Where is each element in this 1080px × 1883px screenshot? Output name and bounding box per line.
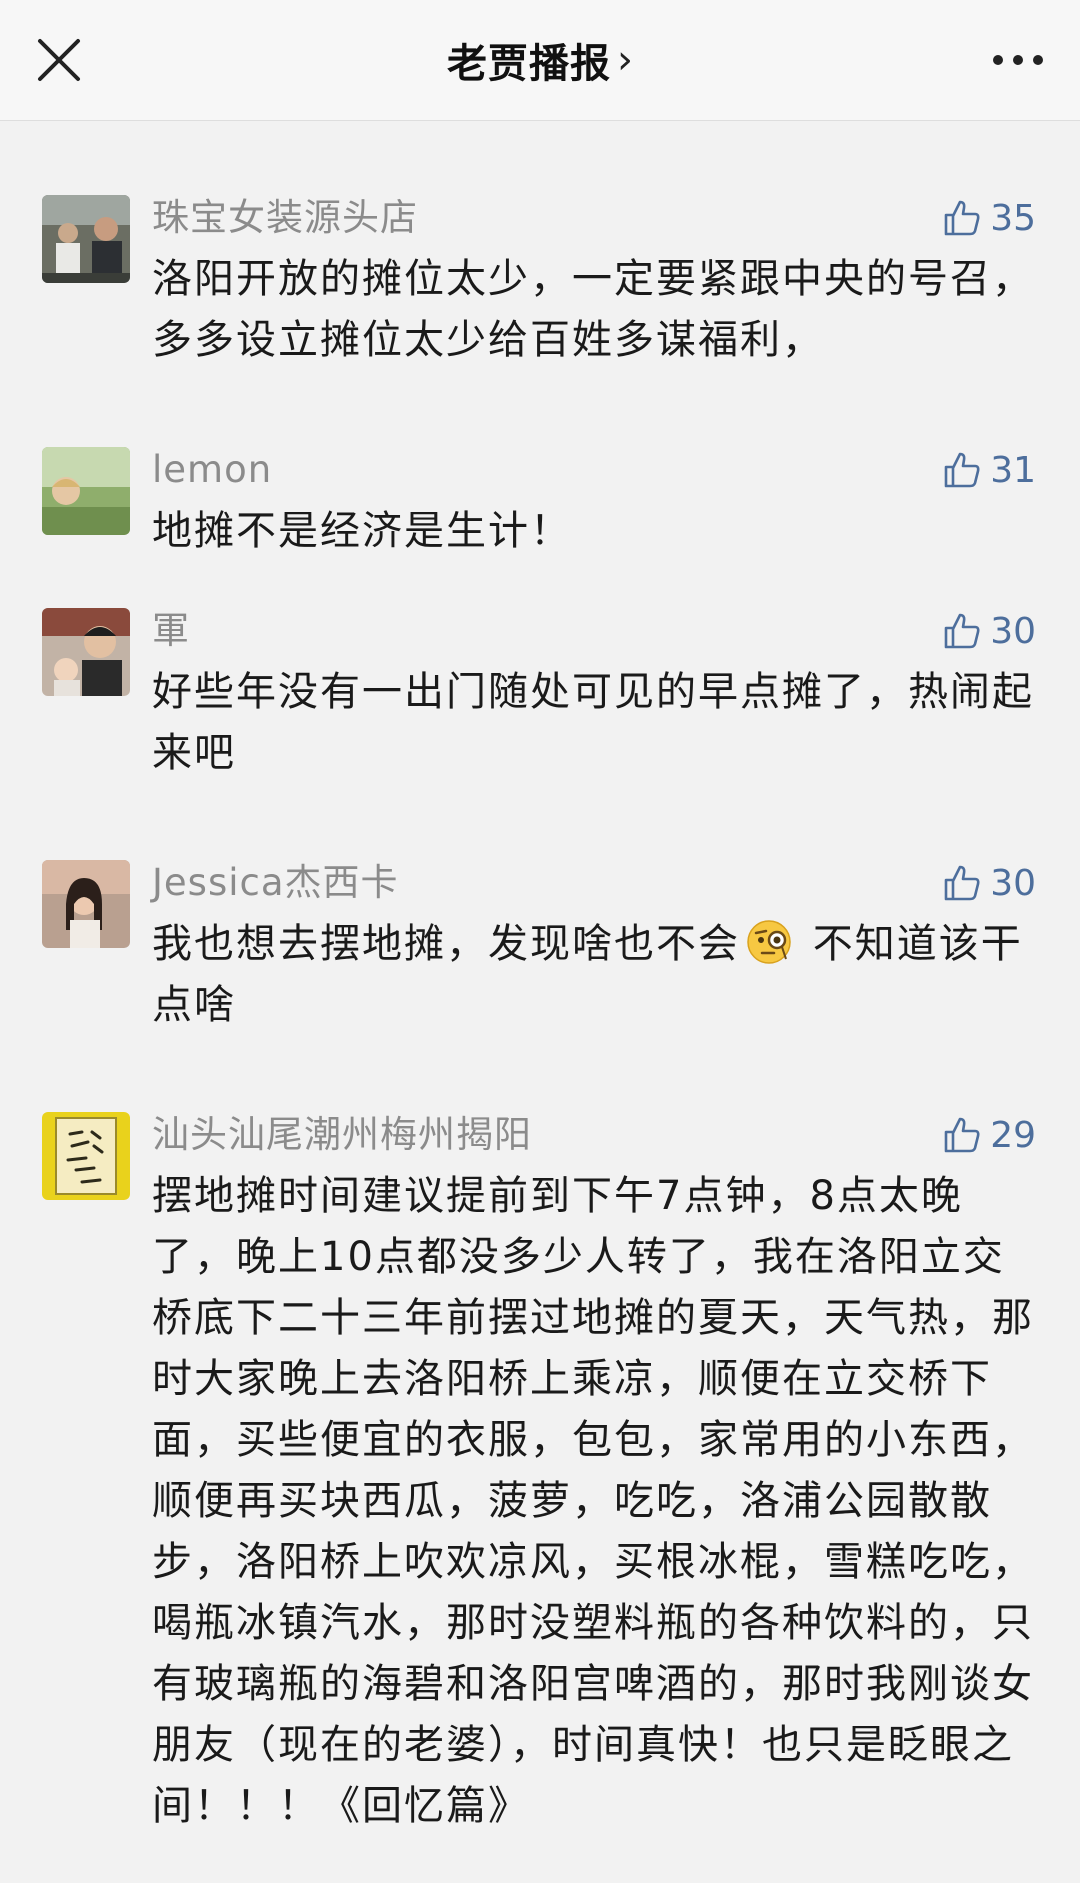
comment-text: 地摊不是经济是生计！ [152,508,572,554]
avatar[interactable] [42,608,130,696]
like-count: 31 [990,449,1036,491]
commenter-name[interactable]: 汕头汕尾潮州梅州揭阳 [152,1112,1036,1158]
page-title: 老贾播报 [447,41,611,87]
commenter-name[interactable]: 珠宝女装源头店 [152,195,1036,241]
chevron-right-icon: › [617,37,633,83]
avatar[interactable] [42,195,130,283]
like-button[interactable]: 30 [942,860,1036,906]
like-button[interactable]: 35 [942,195,1036,241]
close-icon [38,39,80,81]
comment-item: 汕头汕尾潮州梅州揭阳 29 摆地摊时间建议提前到下午7点钟，8点太晚了，晚上10… [0,1112,1080,1837]
comment-text: 我也想去摆地摊，发现啥也不会 不知道该干点啥 [152,914,1036,1036]
page-title-link[interactable]: 老贾播报 › [447,31,633,89]
like-button[interactable]: 31 [942,447,1036,493]
like-count: 30 [990,862,1036,904]
avatar[interactable] [42,447,130,535]
like-button[interactable]: 29 [942,1112,1036,1158]
thumbs-up-icon [944,1117,980,1153]
comment-item: 珠宝女装源头店 35 洛阳开放的摊位太少，一定要紧跟中央的号召，多多设立摊位太少… [0,195,1080,447]
like-button[interactable]: 30 [942,608,1036,654]
commenter-name[interactable]: 軍 [152,608,1036,654]
comment-text: 好些年没有一出门随处可见的早点摊了，热闹起来吧 [152,669,1034,776]
comment-item: 軍 30 好些年没有一出门随处可见的早点摊了，热闹起来吧 [0,608,1080,860]
comment-item: lemon 31 地摊不是经济是生计！ [0,447,1080,608]
thumbs-up-icon [944,865,980,901]
comment-list: 珠宝女装源头店 35 洛阳开放的摊位太少，一定要紧跟中央的号召，多多设立摊位太少… [0,121,1080,1837]
avatar[interactable] [42,860,130,948]
comment-text-part: 我也想去摆地摊，发现啥也不会 [152,921,740,967]
avatar[interactable] [42,1112,130,1200]
thumbs-up-icon [944,200,980,236]
comment-text: 摆地摊时间建议提前到下午7点钟，8点太晚了，晚上10点都没多少人转了，我在洛阳立… [152,1173,1034,1829]
comment-text: 洛阳开放的摊位太少，一定要紧跟中央的号召，多多设立摊位太少给百姓多谋福利， [152,256,1034,363]
commenter-name[interactable]: Jessica杰西卡 [152,860,1036,906]
commenter-name[interactable]: lemon [152,447,1036,493]
more-dots-icon [993,55,1043,65]
comment-item: Jessica杰西卡 30 我也想去摆地摊，发现啥也不会 不知道该干点啥 [0,860,1080,1112]
more-button[interactable] [988,33,1048,87]
thumbs-up-icon [944,613,980,649]
like-count: 35 [990,197,1036,239]
top-bar: 老贾播报 › [0,0,1080,121]
monocle-face-icon [747,920,791,964]
thumbs-up-icon [944,452,980,488]
close-button[interactable] [32,33,86,87]
like-count: 29 [990,1114,1036,1156]
like-count: 30 [990,610,1036,652]
